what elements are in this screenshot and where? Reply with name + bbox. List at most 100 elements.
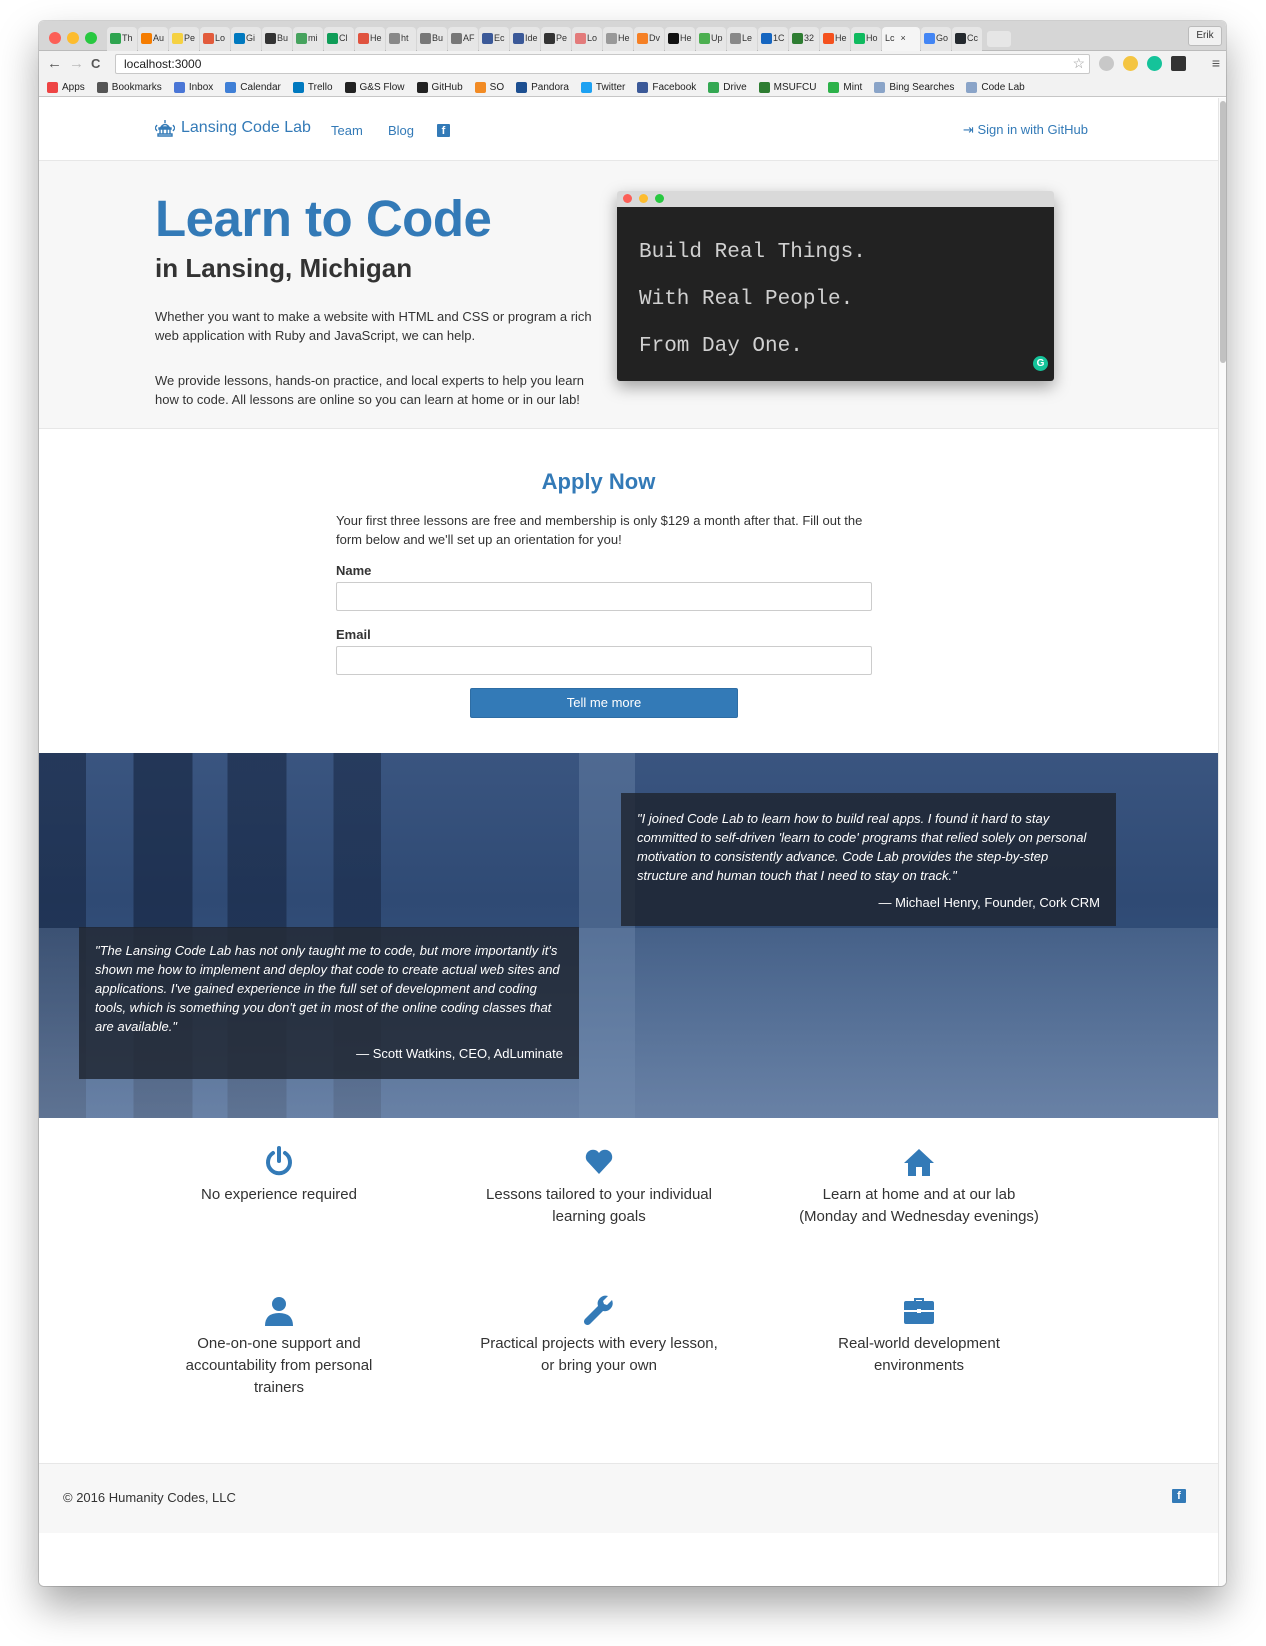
maximize-window-button[interactable] xyxy=(85,32,97,44)
tab-title: 1C xyxy=(773,33,785,43)
bookmark-item[interactable]: Drive xyxy=(708,81,747,93)
tab-title: Bu xyxy=(277,33,289,43)
browser-tab[interactable]: mi xyxy=(293,27,323,51)
bookmark-item[interactable]: SO xyxy=(474,81,505,93)
github-signin-link[interactable]: ⇥ Sign in with GitHub xyxy=(963,122,1088,138)
email-field[interactable] xyxy=(336,646,872,675)
bookmark-label: MSUFCU xyxy=(773,81,817,93)
bookmark-icon xyxy=(47,81,58,93)
testimonials-section: "I joined Code Lab to learn how to build… xyxy=(39,753,1218,1118)
tab-favicon-icon xyxy=(172,33,183,45)
tab-favicon-icon xyxy=(668,33,679,45)
bookmark-item[interactable]: Mint xyxy=(828,81,862,93)
heart-icon xyxy=(585,1149,613,1174)
address-bar[interactable]: localhost:3000 ☆ xyxy=(115,54,1090,74)
browser-tab[interactable]: Dv xyxy=(634,27,664,51)
bookmark-item[interactable]: Calendar xyxy=(225,81,281,93)
terminal-line: Build Real Things. xyxy=(639,241,866,264)
bookmark-icon xyxy=(416,81,428,93)
browser-tab[interactable]: Pe xyxy=(169,27,199,51)
browser-tab[interactable]: Th xyxy=(107,27,137,51)
bookmark-item[interactable]: GitHub xyxy=(416,81,463,93)
reload-button[interactable]: C xyxy=(91,56,100,71)
tab-title: Go xyxy=(936,33,949,43)
grammarly-icon[interactable]: G xyxy=(1033,356,1048,371)
browser-tab[interactable]: 32 xyxy=(789,27,819,51)
browser-tab[interactable]: Cc xyxy=(952,27,982,51)
bookmark-item[interactable]: Facebook xyxy=(637,81,696,93)
browser-tab[interactable]: Pe xyxy=(541,27,571,51)
buffer-extension-icon[interactable] xyxy=(1171,56,1186,71)
forward-button[interactable]: → xyxy=(69,55,84,72)
brand-link[interactable]: Lansing Code Lab xyxy=(155,119,311,137)
bookmark-item[interactable]: Inbox xyxy=(173,81,213,93)
tab-favicon-icon xyxy=(203,33,214,45)
facebook-icon[interactable]: f xyxy=(437,124,450,137)
browser-tab[interactable]: Gi xyxy=(231,27,261,51)
tab-title: He xyxy=(680,33,692,43)
bookmark-label: Twitter xyxy=(595,81,626,93)
bookmark-item[interactable]: MSUFCU xyxy=(758,81,817,93)
bookmark-item[interactable]: Apps xyxy=(47,81,85,93)
bookmark-icon xyxy=(637,81,649,93)
browser-tab[interactable]: Go xyxy=(921,27,951,51)
browser-tab[interactable]: He xyxy=(603,27,633,51)
browser-tab[interactable]: 1C xyxy=(758,27,788,51)
nav-team-link[interactable]: Team xyxy=(331,123,363,138)
browser-menu-icon[interactable]: ≡ xyxy=(1212,55,1220,71)
browser-tab[interactable]: Ide xyxy=(510,27,540,51)
bookmark-item[interactable]: Twitter xyxy=(580,81,626,93)
feature-item: Real-world development environments xyxy=(799,1295,1039,1377)
browser-tab[interactable]: Lo xyxy=(572,27,602,51)
name-field[interactable] xyxy=(336,582,872,611)
bookmark-item[interactable]: Bing Searches xyxy=(874,81,954,93)
tab-strip: Th Au Pe Lo Gi Bu mi Cl He ht Bu AF Ec Ide Pe Lo He Dv He U… xyxy=(39,21,1226,51)
emoji-extension-icon[interactable] xyxy=(1123,56,1138,71)
copyright-text: © 2016 Humanity Codes, LLC xyxy=(63,1490,236,1505)
footer-facebook-icon[interactable]: f xyxy=(1172,1489,1186,1503)
scrollbar-thumb[interactable] xyxy=(1220,101,1226,363)
bookmarks-bar: Apps Bookmarks Inbox Calendar Trello G&S Flow… xyxy=(39,78,1226,97)
bookmark-icon xyxy=(173,81,185,93)
browser-tab[interactable]: Lo xyxy=(200,27,230,51)
browser-tab[interactable]: He xyxy=(665,27,695,51)
nav-blog-link[interactable]: Blog xyxy=(388,123,414,138)
browser-tab[interactable]: ht xyxy=(386,27,416,51)
adblock-extension-icon[interactable] xyxy=(1099,56,1114,71)
browser-tab[interactable]: He xyxy=(820,27,850,51)
bookmark-item[interactable]: G&S Flow xyxy=(344,81,405,93)
browser-tab[interactable]: Bu xyxy=(417,27,447,51)
browser-tab[interactable]: Bu xyxy=(262,27,292,51)
bookmark-label: Drive xyxy=(723,81,747,93)
browser-tab[interactable]: He xyxy=(355,27,385,51)
bookmark-icon xyxy=(966,81,978,93)
browser-tab[interactable]: Ho xyxy=(851,27,881,51)
tab-favicon-icon xyxy=(955,33,966,45)
bookmark-item[interactable]: Trello xyxy=(292,81,333,93)
page-scrollbar[interactable] xyxy=(1218,98,1226,1586)
minimize-window-button[interactable] xyxy=(67,32,79,44)
browser-tab[interactable]: Lc × xyxy=(882,27,920,51)
back-button[interactable]: ← xyxy=(47,55,62,72)
browser-tab[interactable]: Cl xyxy=(324,27,354,51)
bookmark-label: Code Lab xyxy=(981,81,1025,93)
new-tab-button[interactable] xyxy=(987,31,1011,47)
browser-toolbar: ← → C localhost:3000 ☆ ≡ xyxy=(39,51,1226,78)
profile-button[interactable]: Erik xyxy=(1188,26,1222,46)
browser-tab[interactable]: Up xyxy=(696,27,726,51)
bookmark-item[interactable]: Bookmarks xyxy=(96,81,162,93)
tab-title: mi xyxy=(308,33,318,43)
browser-tab[interactable]: AF xyxy=(448,27,478,51)
bookmark-star-icon[interactable]: ☆ xyxy=(1072,55,1085,72)
browser-tab[interactable]: Au xyxy=(138,27,168,51)
bookmark-item[interactable]: Pandora xyxy=(516,81,569,93)
close-tab-icon[interactable]: × xyxy=(901,33,906,43)
bookmark-item[interactable]: Code Lab xyxy=(966,81,1025,93)
tell-me-more-button[interactable]: Tell me more xyxy=(470,688,738,718)
grammarly-extension-icon[interactable] xyxy=(1147,56,1162,71)
close-window-button[interactable] xyxy=(49,32,61,44)
bookmark-label: GitHub xyxy=(431,81,463,93)
browser-tab[interactable]: Le xyxy=(727,27,757,51)
bookmark-label: SO xyxy=(489,81,505,93)
browser-tab[interactable]: Ec xyxy=(479,27,509,51)
